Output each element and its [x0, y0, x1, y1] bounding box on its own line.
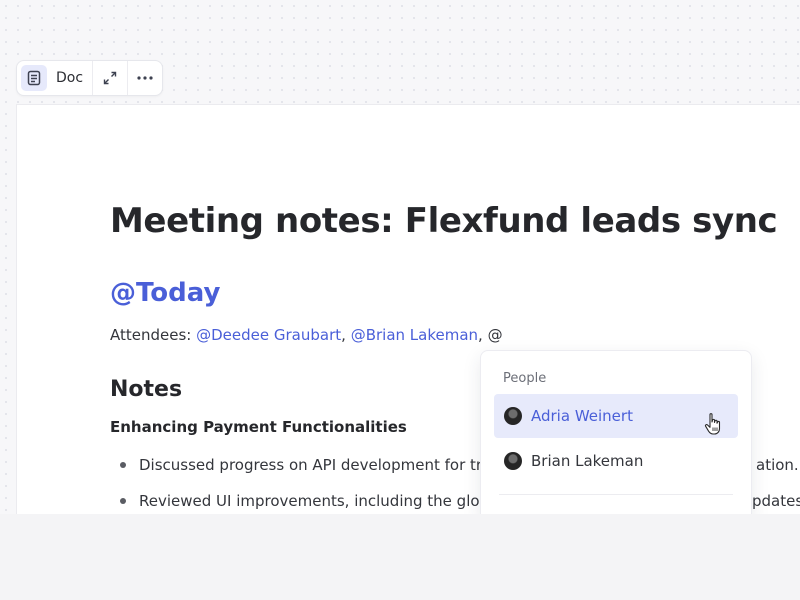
notes-heading[interactable]: Notes — [110, 377, 182, 402]
attendee-mention[interactable]: @Deedee Graubart — [196, 326, 341, 344]
suggestion-item-brian-lakeman[interactable]: Brian Lakeman — [494, 439, 738, 483]
list-item-text: Reviewed UI improvements, including the … — [139, 492, 490, 510]
attendees-label: Attendees: — [110, 326, 197, 344]
attendee-mention[interactable]: @Brian Lakeman — [351, 326, 478, 344]
more-button[interactable] — [128, 61, 162, 95]
section-subheading[interactable]: Enhancing Payment Functionalities — [110, 418, 407, 436]
doc-type-button[interactable]: Doc — [17, 61, 94, 95]
list-item-overflow: ation. — [756, 456, 799, 474]
expand-button[interactable] — [93, 61, 129, 95]
separator: , — [341, 326, 351, 344]
doc-type-label: Doc — [56, 70, 84, 86]
avatar — [504, 407, 522, 425]
expand-icon — [103, 71, 117, 85]
popup-section-header: People — [503, 371, 547, 386]
more-icon — [137, 76, 153, 80]
canvas-area: Doc Meeting notes: Flexfund leads sync @… — [0, 0, 800, 514]
list-item-text: pdates — [752, 492, 800, 510]
popup-divider — [499, 494, 733, 495]
date-mention[interactable]: @Today — [110, 278, 220, 308]
list-item-text: Discussed progress on API development fo… — [139, 456, 483, 474]
list-item-overflow: pdates — [752, 492, 800, 510]
page-title[interactable]: Meeting notes: Flexfund leads sync — [110, 201, 778, 241]
separator: , — [478, 326, 488, 344]
bullet-icon — [120, 461, 126, 468]
document-icon — [21, 65, 47, 91]
mention-trigger: @ — [487, 326, 503, 344]
bullet-icon — [120, 497, 126, 504]
suggestion-name: Brian Lakeman — [531, 452, 644, 470]
avatar — [504, 452, 522, 470]
list-item[interactable]: Reviewed UI improvements, including the … — [120, 492, 489, 510]
list-item-text: ation. — [756, 456, 799, 474]
suggestion-name: Adria Weinert — [531, 407, 633, 425]
hand-cursor-icon — [704, 413, 721, 435]
attendees-line[interactable]: Attendees: @Deedee Graubart, @Brian Lake… — [110, 326, 503, 344]
doc-toolbar: Doc — [16, 60, 164, 96]
suggestion-item-adria-weinert[interactable]: Adria Weinert — [494, 394, 738, 438]
list-item[interactable]: Discussed progress on API development fo… — [120, 456, 482, 474]
